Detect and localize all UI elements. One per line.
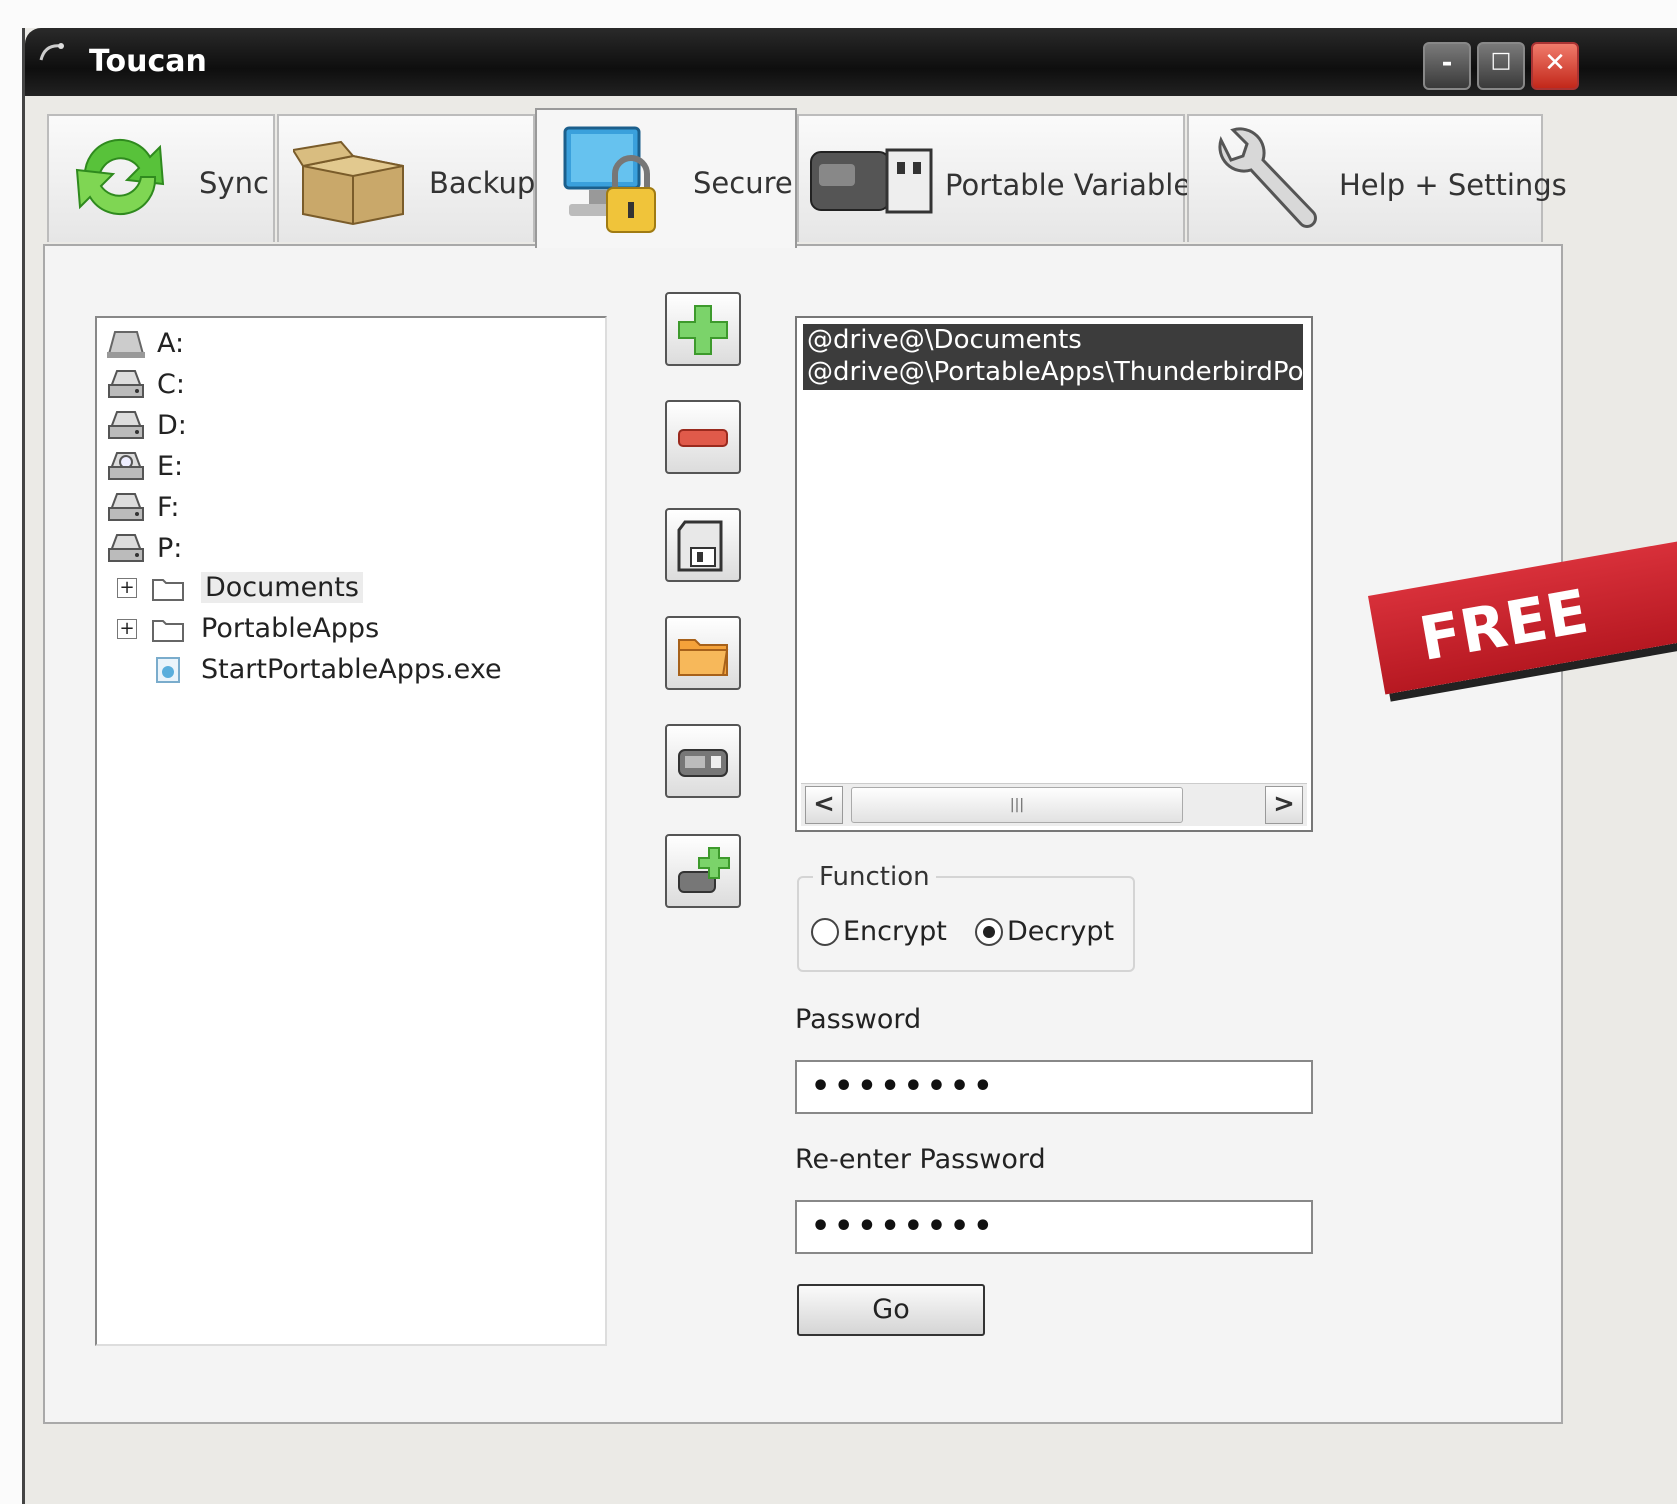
drive-icon: [678, 749, 728, 777]
remove-icon: [678, 429, 728, 447]
tab-sync-label: Sync: [199, 166, 269, 200]
tab-secure-label: Secure: [693, 166, 793, 200]
scroll-right-icon[interactable]: >: [1265, 786, 1303, 824]
hard-drive-icon: [108, 411, 144, 439]
wrench-icon: [1218, 127, 1317, 228]
tab-portable-variables-label: Portable Variables: [945, 168, 1207, 202]
tree-item-label: PortableApps: [201, 613, 380, 644]
floppy-drive-icon: [107, 331, 145, 358]
add-drive-icon: [678, 847, 730, 893]
save-button[interactable]: [665, 508, 741, 582]
password-field[interactable]: ••••••••: [795, 1060, 1313, 1114]
minimize-button[interactable]: -: [1423, 42, 1471, 90]
tree-item-documents[interactable]: + Documents: [117, 572, 363, 603]
folder-icon: [152, 578, 184, 601]
remove-button[interactable]: [665, 400, 741, 474]
list-item[interactable]: @drive@\PortableApps\ThunderbirdPortable: [803, 356, 1303, 390]
exe-file-icon: [156, 656, 180, 683]
window-title: Toucan: [89, 44, 207, 79]
open-folder-button[interactable]: [665, 616, 741, 690]
tree-item-drive-d[interactable]: D:: [105, 408, 187, 442]
decrypt-label: Decrypt: [1007, 916, 1115, 947]
add-button[interactable]: [665, 292, 741, 366]
function-group: Function Encrypt Decrypt: [797, 862, 1135, 972]
radio-unchecked-icon: [811, 917, 839, 946]
list-item[interactable]: @drive@\Documents: [803, 324, 1303, 358]
tree-item-drive-e[interactable]: E:: [105, 449, 183, 483]
radio-checked-icon: [975, 917, 1003, 946]
secure-path-list[interactable]: @drive@\Documents @drive@\PortableApps\T…: [795, 316, 1313, 832]
scroll-left-icon[interactable]: <: [805, 786, 843, 824]
minimize-icon: -: [1441, 48, 1453, 78]
function-title: Function: [813, 862, 936, 892]
tree-item-label: StartPortableApps.exe: [201, 654, 502, 685]
decrypt-radio[interactable]: Decrypt: [975, 916, 1114, 947]
cd-drive-icon: [108, 452, 144, 480]
tab-backup[interactable]: Backup: [277, 114, 535, 242]
toucan-app-icon: [39, 43, 64, 61]
expand-icon[interactable]: +: [117, 618, 137, 639]
tree-item-label: F:: [157, 491, 180, 523]
tab-portable-variables[interactable]: Portable Variables: [797, 114, 1206, 242]
tree-item-drive-f[interactable]: F:: [105, 490, 180, 524]
maximize-icon: □: [1490, 48, 1512, 73]
hard-drive-icon: [108, 370, 144, 398]
box-icon: [293, 140, 404, 226]
go-button[interactable]: Go: [797, 1284, 985, 1336]
tab-help-settings[interactable]: Help + Settings: [1187, 114, 1567, 242]
hard-drive-icon: [108, 534, 144, 562]
tree-item-drive-a[interactable]: A:: [105, 326, 184, 360]
tree-item-drive-p[interactable]: P:: [105, 531, 182, 565]
tree-item-label: E:: [157, 450, 184, 482]
tree-item-label: P:: [157, 532, 183, 564]
maximize-button[interactable]: □: [1477, 42, 1525, 90]
drive-button[interactable]: [665, 724, 741, 798]
password-label: Password: [795, 1004, 922, 1035]
tree-item-label: C:: [157, 368, 185, 400]
add-icon: [678, 305, 728, 355]
computer-lock-icon: [563, 126, 656, 233]
usb-drive-icon: [810, 148, 933, 214]
encrypt-label: Encrypt: [843, 916, 947, 947]
tree-item-drive-c[interactable]: C:: [105, 367, 185, 401]
tab-secure[interactable]: Secure: [535, 108, 797, 248]
scroll-thumb[interactable]: |||: [851, 787, 1183, 823]
reenter-password-field[interactable]: ••••••••: [795, 1200, 1313, 1254]
tree-item-portableapps[interactable]: + PortableApps: [117, 613, 379, 644]
toucan-window: Toucan - □ ✕ Sync Backup Secure Portable…: [22, 28, 1677, 1504]
tree-item-startportableapps[interactable]: StartPortableApps.exe: [151, 654, 502, 685]
save-icon: [677, 520, 723, 572]
tab-sync[interactable]: Sync: [47, 114, 275, 242]
file-tree[interactable]: A: C: D: E: F: P: + Documents + Portable…: [95, 316, 607, 1346]
open-folder-icon: [678, 639, 729, 676]
reenter-password-label: Re-enter Password: [795, 1144, 1046, 1175]
encrypt-radio[interactable]: Encrypt: [811, 916, 947, 947]
horizontal-scrollbar[interactable]: < ||| >: [801, 783, 1307, 826]
expand-icon[interactable]: +: [117, 577, 137, 598]
tree-item-label: D:: [157, 409, 187, 441]
tab-help-settings-label: Help + Settings: [1339, 168, 1567, 202]
sync-icon: [75, 138, 165, 216]
add-drive-button[interactable]: [665, 834, 741, 908]
tree-item-label: A:: [157, 327, 185, 359]
hard-drive-icon: [108, 493, 144, 521]
tree-item-label: Documents: [201, 572, 363, 603]
close-button[interactable]: ✕: [1531, 42, 1579, 90]
folder-icon: [152, 619, 184, 642]
tab-backup-label: Backup: [429, 166, 536, 200]
title-bar[interactable]: Toucan - □ ✕: [25, 28, 1677, 96]
close-icon: ✕: [1544, 48, 1566, 78]
free-badge-text: FREE: [1414, 576, 1594, 676]
